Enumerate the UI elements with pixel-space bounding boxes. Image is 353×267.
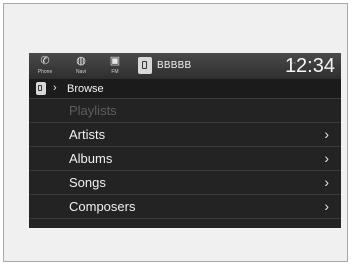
status-bar: ✆ Phone ◍ Navi ▣ FM BBBBB ▪▪ 12:34 — [29, 53, 341, 79]
list-item-artists[interactable]: Artists › — [29, 123, 341, 147]
fm-button[interactable]: ▣ FM — [103, 54, 127, 78]
list-item-label: Composers — [69, 199, 136, 214]
usb-source-icon[interactable] — [36, 82, 46, 95]
phone-icon: ✆ — [40, 55, 50, 67]
audio-screen: ✆ Phone ◍ Navi ▣ FM BBBBB ▪▪ 12:34 › Bro… — [29, 53, 341, 228]
clock: 12:34 — [284, 55, 335, 77]
phone-label: Phone — [37, 69, 53, 75]
list-item-songs[interactable]: Songs › — [29, 171, 341, 195]
usb-device-icon — [138, 57, 152, 74]
breadcrumb: › Browse — [29, 79, 341, 99]
navi-icon: ◍ — [76, 55, 86, 67]
browse-list: Playlists Artists › Albums › Songs › Com… — [29, 99, 341, 219]
navi-button[interactable]: ◍ Navi — [69, 54, 93, 78]
list-item-label: Albums — [69, 151, 113, 166]
breadcrumb-title: Browse — [67, 83, 104, 95]
navi-label: Navi — [75, 69, 86, 75]
list-item-label: Playlists — [69, 103, 117, 118]
list-item-label: Artists — [69, 127, 106, 142]
list-item-label: Songs — [69, 175, 106, 190]
source-name: BBBBB — [157, 60, 192, 71]
list-item-composers[interactable]: Composers › — [29, 195, 341, 219]
chevron-right-icon: › — [324, 150, 329, 166]
chevron-right-icon: › — [324, 126, 329, 142]
list-item-albums[interactable]: Albums › — [29, 147, 341, 171]
chevron-right-icon: › — [324, 174, 329, 190]
list-item-playlists: Playlists — [29, 99, 341, 123]
phone-button[interactable]: ✆ Phone — [33, 54, 57, 78]
fm-icon: ▣ — [109, 55, 121, 67]
figure-frame: ✆ Phone ◍ Navi ▣ FM BBBBB ▪▪ 12:34 › Bro… — [3, 3, 348, 262]
fm-label: FM — [111, 69, 119, 75]
chevron-right-icon: › — [324, 198, 329, 214]
chevron-right-icon: › — [53, 82, 57, 94]
